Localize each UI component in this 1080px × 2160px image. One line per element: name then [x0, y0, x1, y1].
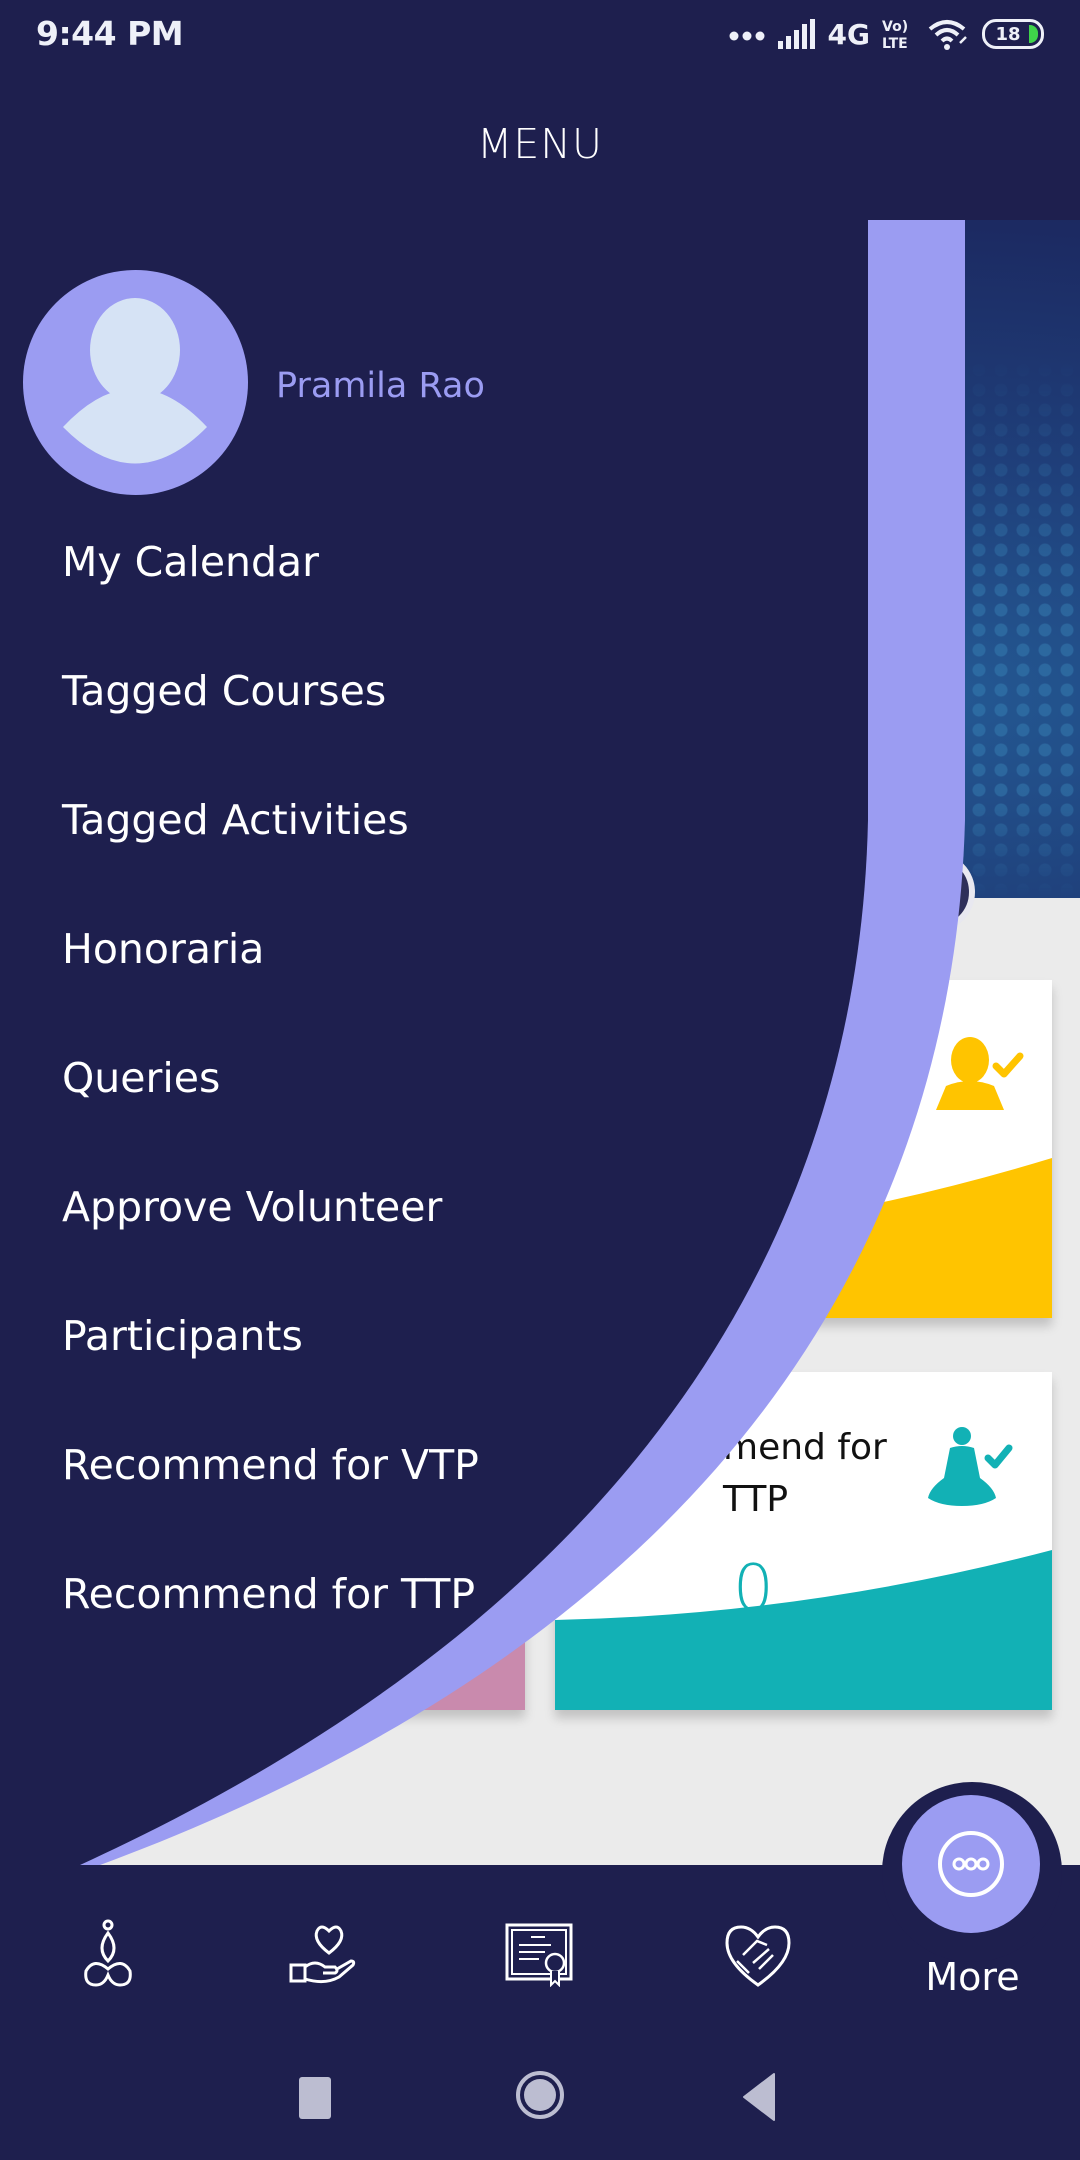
back-icon[interactable] — [742, 2072, 778, 2122]
menu-item-my-calendar[interactable]: My Calendar — [62, 538, 319, 586]
menu-item-participants[interactable]: Participants — [62, 1312, 303, 1360]
heart-hand-icon — [289, 1925, 356, 1984]
network-type-label: 4G — [827, 17, 870, 51]
dots-icon — [729, 31, 765, 41]
menu-item-tagged-courses[interactable]: Tagged Courses — [62, 667, 386, 715]
more-label[interactable]: More — [880, 1955, 1065, 1999]
menu-item-recommend-ttp[interactable]: Recommend for TTP — [62, 1570, 475, 1618]
menu-item-approve-volunteer[interactable]: Approve Volunteer — [62, 1183, 442, 1231]
more-dots-icon — [938, 1831, 1004, 1897]
user-avatar-icon — [63, 298, 207, 464]
status-bar: 9:44 PM 4G Vo) LTE 18 — [0, 0, 1080, 68]
volte-icon: Vo)LTE — [882, 19, 908, 51]
home-icon[interactable] — [515, 2070, 565, 2120]
certificate-icon — [505, 1923, 573, 1987]
meditation-icon — [84, 1919, 132, 1987]
menu-item-queries[interactable]: Queries — [62, 1054, 220, 1102]
wifi-icon — [928, 20, 967, 50]
menu-item-recommend-vtp[interactable]: Recommend for VTP — [62, 1441, 479, 1489]
nav-meditation-button[interactable] — [68, 1915, 148, 1995]
battery-level: 18 — [995, 23, 1021, 45]
status-time: 9:44 PM — [36, 14, 184, 53]
user-name: Pramila Rao — [276, 366, 485, 406]
svg-text:LTE: LTE — [882, 36, 908, 51]
menu-item-tagged-activities[interactable]: Tagged Activities — [62, 796, 409, 844]
nav-certificate-button[interactable] — [500, 1915, 580, 1995]
status-icons: 4G Vo) LTE 18 — [728, 14, 1044, 54]
svg-text:Vo): Vo) — [882, 19, 908, 35]
battery-icon: 18 — [982, 19, 1044, 49]
more-button[interactable] — [902, 1795, 1040, 1933]
system-navigation-bar — [0, 2005, 1080, 2160]
nav-partnership-button[interactable] — [718, 1915, 798, 1995]
app-header: MENU — [0, 68, 1080, 220]
signal-icon — [777, 19, 815, 49]
handshake-heart-icon — [725, 1925, 791, 1987]
avatar[interactable] — [23, 270, 248, 495]
page-title: MENU — [477, 120, 603, 168]
nav-donate-button[interactable] — [285, 1915, 365, 1995]
menu-item-honoraria[interactable]: Honoraria — [62, 925, 264, 973]
recents-icon[interactable] — [298, 2076, 332, 2120]
